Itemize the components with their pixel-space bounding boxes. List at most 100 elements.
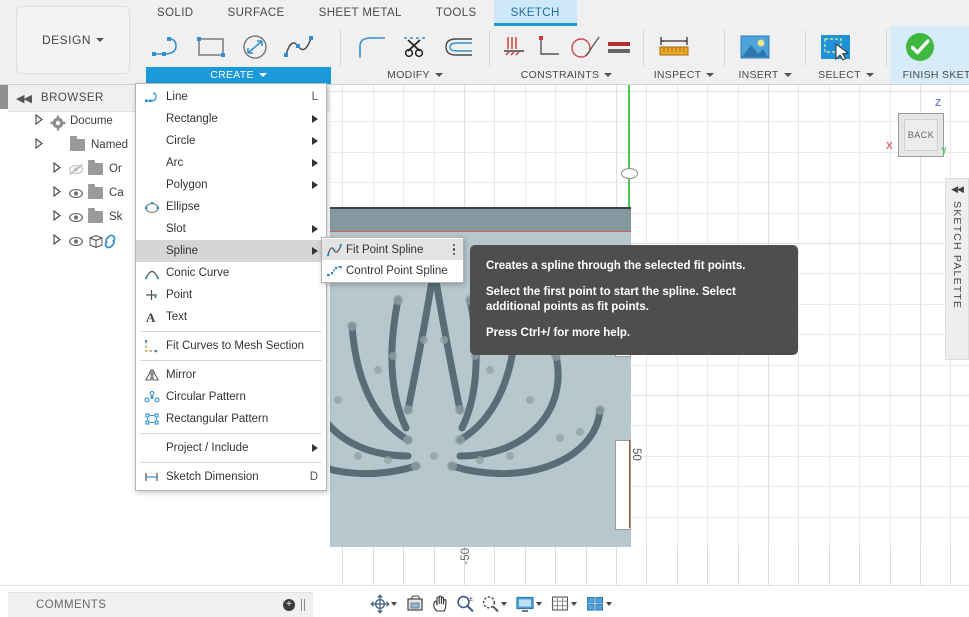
svg-text:±: ±	[469, 596, 473, 603]
ribbon-group-title-modify[interactable]: MODIFY	[350, 67, 480, 84]
origin-point-marker[interactable]	[621, 168, 638, 179]
menu-item-conic-curve[interactable]: Conic Curve	[136, 262, 326, 284]
circle-icon[interactable]	[234, 27, 276, 67]
rectangle-icon[interactable]	[190, 27, 232, 67]
gear-icon[interactable]	[50, 139, 66, 152]
menu-item-rectangle[interactable]: Rectangle	[136, 108, 326, 130]
gear-icon[interactable]	[50, 115, 66, 130]
menu-item-mirror[interactable]: Mirror	[136, 364, 326, 386]
plus-circle-icon[interactable]: +	[283, 599, 295, 611]
select-window-icon[interactable]	[815, 27, 857, 67]
resize-grip[interactable]	[301, 599, 307, 611]
ribbon-group-title-inspect[interactable]: INSPECT	[653, 67, 715, 84]
expand-arrow-right-icon[interactable]	[32, 113, 50, 129]
zoom-icon[interactable]: ±	[453, 593, 477, 615]
viewports-icon[interactable]	[583, 593, 617, 615]
ribbon-group-title-constraints[interactable]: CONSTRAINTS	[499, 67, 634, 84]
ribbon-group-title-finish-sketch[interactable]: FINISH SKETCH	[896, 67, 969, 84]
fit-icon[interactable]	[478, 593, 512, 615]
create-menu[interactable]: Line L Rectangle Circle Arc Polygon Ellipse Slo…	[135, 83, 327, 491]
menu-item-slot[interactable]: Slot	[136, 218, 326, 240]
chevron-down-icon	[501, 602, 507, 606]
menu-item-text[interactable]: A Text	[136, 306, 326, 328]
menu-item-ellipse[interactable]: Ellipse	[136, 196, 326, 218]
status-divider	[0, 585, 969, 586]
finish-check-icon[interactable]	[896, 27, 944, 67]
eye-icon[interactable]	[68, 211, 84, 224]
ribbon-groups[interactable]: CREATE MODIFY CONSTRAINTS INSPECT INSERT SELE…	[140, 26, 969, 84]
insert-image-icon[interactable]	[734, 27, 776, 67]
menu-item-circle[interactable]: Circle	[136, 130, 326, 152]
menu-item-circular-pattern[interactable]: Circular Pattern	[136, 386, 326, 408]
tab-sheet-metal[interactable]: SHEET METAL	[302, 0, 419, 26]
ribbon-group-constraints: CONSTRAINTS	[493, 26, 640, 84]
menu-item-line[interactable]: Line L	[136, 86, 326, 108]
expand-arrow-right-icon[interactable]	[50, 209, 68, 225]
submenu-arrow-icon	[312, 115, 318, 123]
trim-icon[interactable]	[394, 27, 436, 67]
fillet-icon[interactable]	[350, 27, 392, 67]
look-at-icon[interactable]	[403, 593, 427, 615]
submenu-item-fit-point-spline[interactable]: Fit Point Spline	[322, 239, 463, 260]
comments-bar[interactable]: COMMENTS +	[8, 592, 313, 617]
eye-icon[interactable]	[68, 235, 84, 248]
ribbon-tabs[interactable]: SOLID SURFACE SHEET METAL TOOLS SKETCH	[140, 0, 577, 26]
submenu-item-label: Fit Point Spline	[346, 243, 424, 256]
submenu-item-control-point-spline[interactable]: Control Point Spline	[322, 260, 463, 281]
eye-icon[interactable]	[68, 187, 84, 200]
tab-surface[interactable]: SURFACE	[211, 0, 302, 26]
menu-item-polygon[interactable]: Polygon	[136, 174, 326, 196]
expand-arrow-right-icon[interactable]	[50, 161, 68, 177]
palette-collapse-icon[interactable]: ◀◀	[951, 184, 964, 195]
line-icon[interactable]	[146, 27, 188, 67]
menu-item-icon-none	[142, 177, 162, 193]
folder-icon	[88, 208, 103, 223]
spline-icon[interactable]	[278, 27, 320, 67]
eye-off-icon[interactable]	[68, 163, 84, 176]
ribbon-group-title-insert[interactable]: INSERT	[734, 67, 796, 84]
submenu-item-label: Control Point Spline	[346, 264, 448, 277]
ribbon-separator	[489, 30, 490, 66]
sketch-palette-panel[interactable]: ◀◀ SKETCH PALETTE	[945, 178, 969, 360]
horizontal-vertical-icon[interactable]	[499, 27, 529, 67]
spline-submenu[interactable]: Fit Point Spline Control Point Spline	[321, 237, 464, 283]
orbit-icon[interactable]	[368, 593, 402, 615]
menu-item-icon-none	[142, 155, 162, 171]
tab-sketch[interactable]: SKETCH	[493, 0, 577, 26]
browser-item-label: Or	[109, 163, 122, 175]
navigation-bar[interactable]: ±	[368, 592, 612, 616]
ribbon-group-finish-sketch: FINISH SKETCH	[890, 26, 969, 84]
expand-arrow-right-icon[interactable]	[50, 233, 68, 249]
ribbon: DESIGN SOLID SURFACE SHEET METAL TOOLS SKETC…	[0, 0, 969, 85]
tab-solid[interactable]: SOLID	[140, 0, 211, 26]
perpendicular-icon[interactable]	[531, 27, 566, 67]
menu-item-rectangular-pattern[interactable]: Rectangular Pattern	[136, 408, 326, 430]
menu-item-spline[interactable]: Spline	[136, 240, 326, 262]
menu-item-label: Project / Include	[166, 442, 249, 454]
view-cube[interactable]: BACK	[898, 113, 944, 157]
workspace-switcher[interactable]: DESIGN	[16, 6, 130, 74]
expand-arrow-right-icon[interactable]	[50, 185, 68, 201]
ribbon-group-title-create[interactable]: CREATE	[146, 67, 331, 84]
menu-item-project-include[interactable]: Project / Include	[136, 437, 326, 459]
chevron-down-icon	[865, 73, 874, 78]
menu-item-fit-curves-to-mesh-section[interactable]: Fit Curves to Mesh Section	[136, 335, 326, 357]
menu-item-sketch-dimension[interactable]: Sketch Dimension D	[136, 466, 326, 488]
display-settings-icon[interactable]	[513, 593, 547, 615]
menu-separator	[140, 331, 322, 332]
ribbon-group-title-select[interactable]: SELECT	[815, 67, 877, 84]
menu-item-point[interactable]: Point	[136, 284, 326, 306]
grid-snap-icon[interactable]	[548, 593, 582, 615]
tangent-icon[interactable]	[568, 27, 603, 67]
tab-tools[interactable]: TOOLS	[419, 0, 494, 26]
overflow-menu-icon[interactable]	[452, 242, 460, 256]
measure-icon[interactable]	[653, 27, 695, 67]
browser-collapse-icon[interactable]: ◀◀	[16, 92, 32, 105]
view-cube-face-label[interactable]: BACK	[904, 119, 938, 151]
offset-icon[interactable]	[438, 27, 480, 67]
menu-item-arc[interactable]: Arc	[136, 152, 326, 174]
menu-item-icon-none	[142, 111, 162, 127]
expand-arrow-right-icon[interactable]	[32, 137, 50, 153]
pan-icon[interactable]	[428, 593, 452, 615]
equal-icon[interactable]	[604, 27, 634, 67]
